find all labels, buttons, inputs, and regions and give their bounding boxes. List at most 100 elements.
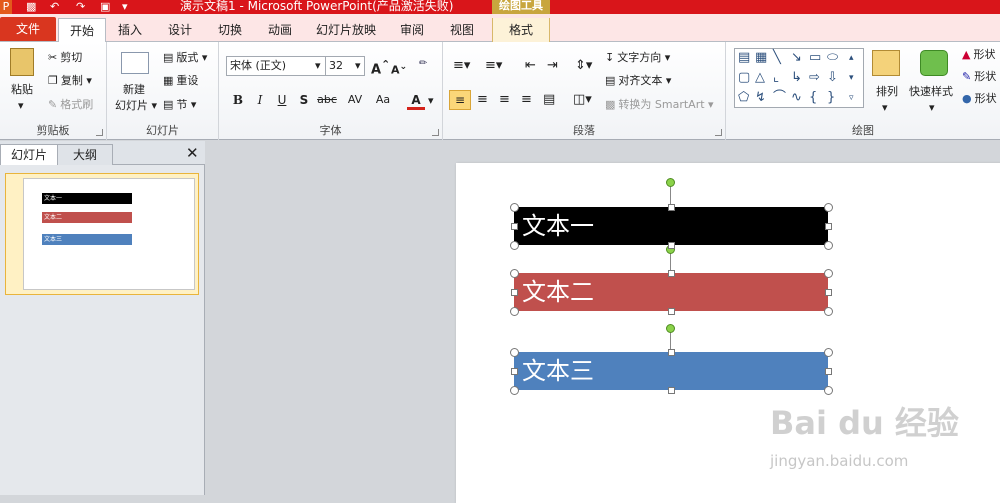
resize-handle[interactable]: [823, 385, 833, 395]
resize-handle[interactable]: [667, 203, 675, 211]
strikethrough-button[interactable]: abc: [315, 92, 339, 110]
shrink-font-button[interactable]: A⌄: [391, 59, 407, 79]
paste-dropdown-icon[interactable]: ▾: [18, 98, 24, 114]
arrow-line-icon[interactable]: ↘: [791, 51, 802, 65]
shapes-gallery[interactable]: ▤ ▦ ╲ ↘ ▭ ⬭ ▢ △ ⌞ ↳ ⇨ ⇩ ⬠ ↯ ⌒ ∿ { } ▴ ▾ …: [734, 48, 864, 108]
resize-handle[interactable]: [824, 222, 832, 230]
resize-handle[interactable]: [667, 386, 675, 394]
resize-handle[interactable]: [667, 307, 675, 315]
arrange-icon[interactable]: [872, 50, 900, 76]
down-arrow-icon[interactable]: ⇩: [827, 71, 838, 85]
font-color-button[interactable]: A: [407, 92, 425, 110]
font-name-select[interactable]: 宋体 (正文): [226, 56, 326, 76]
paragraph-launcher-icon[interactable]: [715, 129, 722, 136]
shape-effects-button[interactable]: ● 形状: [962, 91, 997, 107]
triangle-icon[interactable]: △: [755, 71, 765, 85]
columns-icon[interactable]: ◫▾: [573, 92, 592, 108]
format-painter-button[interactable]: ✎ 格式刷: [48, 97, 93, 113]
underline-button[interactable]: U: [273, 92, 291, 110]
new-slide-label[interactable]: 新建: [123, 82, 145, 98]
grow-font-button[interactable]: A⌃: [371, 57, 390, 78]
customize-qat-icon[interactable]: ▾: [122, 0, 128, 14]
tab-view[interactable]: 视图: [442, 18, 482, 42]
pentagon-icon[interactable]: ⬠: [738, 91, 749, 105]
align-text-button[interactable]: ▤ 对齐文本 ▾: [605, 73, 671, 89]
layout-button[interactable]: ▤ 版式 ▾: [163, 50, 207, 66]
font-launcher-icon[interactable]: [432, 129, 439, 136]
align-left-button[interactable]: ≡: [449, 90, 471, 110]
bold-button[interactable]: B: [229, 92, 247, 110]
resize-handle[interactable]: [509, 268, 519, 278]
reset-button[interactable]: ▦ 重设: [163, 73, 198, 89]
resize-handle[interactable]: [823, 240, 833, 250]
resize-handle[interactable]: [667, 269, 675, 277]
cut-button[interactable]: ✂ 剪切: [48, 50, 82, 66]
curve-icon[interactable]: ∿: [791, 91, 802, 105]
resize-handle[interactable]: [823, 268, 833, 278]
shape-fill-button[interactable]: ▲ 形状: [962, 47, 995, 63]
resize-handle[interactable]: [823, 306, 833, 316]
italic-button[interactable]: I: [251, 92, 269, 110]
elbow-connector-icon[interactable]: ⌞: [773, 71, 779, 85]
tab-slideshow[interactable]: 幻灯片放映: [310, 18, 382, 42]
change-case-button[interactable]: Aa: [371, 92, 395, 110]
clipboard-launcher-icon[interactable]: [96, 129, 103, 136]
line-icon[interactable]: ╲: [773, 51, 781, 65]
resize-handle[interactable]: [510, 288, 518, 296]
font-name-dropdown-icon[interactable]: ▾: [315, 58, 321, 74]
copy-button[interactable]: ❐ 复制 ▾: [48, 73, 92, 89]
text-shape-2[interactable]: 文本二: [514, 273, 828, 311]
resize-handle[interactable]: [509, 240, 519, 250]
justify-icon[interactable]: ≡: [521, 92, 532, 108]
tab-format[interactable]: 格式: [492, 18, 550, 42]
paste-button[interactable]: 粘贴: [11, 82, 33, 98]
font-color-dropdown-icon[interactable]: ▾: [428, 93, 434, 109]
gallery-scroll-up-icon[interactable]: ▴: [849, 51, 854, 65]
clear-format-icon[interactable]: ✏: [419, 56, 427, 72]
text-direction-button[interactable]: ↧ 文字方向 ▾: [605, 50, 670, 66]
distribute-icon[interactable]: ▤: [543, 92, 555, 108]
decrease-indent-icon[interactable]: ⇤: [525, 58, 536, 74]
tab-outline-panel[interactable]: 大纲: [57, 144, 113, 165]
lightning-icon[interactable]: ↯: [755, 91, 766, 105]
arc-icon[interactable]: ⌒: [773, 91, 786, 105]
resize-handle[interactable]: [509, 306, 519, 316]
align-center-icon[interactable]: ≡: [477, 92, 488, 108]
char-spacing-button[interactable]: AV: [343, 92, 367, 110]
resize-handle[interactable]: [510, 222, 518, 230]
line-spacing-icon[interactable]: ⇕▾: [575, 58, 592, 74]
resize-handle[interactable]: [824, 367, 832, 375]
vertical-textbox-icon[interactable]: ▦: [755, 51, 767, 65]
undo-icon[interactable]: ↶: [50, 0, 59, 14]
quick-styles-dropdown-icon[interactable]: ▾: [929, 100, 935, 116]
slideshow-quick-icon[interactable]: ▣: [100, 0, 110, 14]
rotation-handle[interactable]: [666, 178, 675, 187]
gallery-more-icon[interactable]: ▿: [849, 91, 854, 105]
save-icon[interactable]: ▩: [26, 0, 36, 14]
resize-handle[interactable]: [824, 288, 832, 296]
arrange-button[interactable]: 排列: [876, 84, 898, 100]
right-brace-icon[interactable]: }: [827, 91, 835, 105]
slide[interactable]: 文本一 文本二 文本三: [456, 163, 1000, 503]
rotation-handle[interactable]: [666, 324, 675, 333]
align-right-icon[interactable]: ≡: [499, 92, 510, 108]
tab-transitions[interactable]: 切换: [210, 18, 250, 42]
smartart-button[interactable]: ▩ 转换为 SmartArt ▾: [605, 97, 714, 113]
gallery-scroll-down-icon[interactable]: ▾: [849, 71, 854, 85]
resize-handle[interactable]: [667, 348, 675, 356]
text-shape-1[interactable]: 文本一: [514, 207, 828, 245]
resize-handle[interactable]: [823, 347, 833, 357]
tab-file[interactable]: 文件: [0, 17, 56, 41]
bullets-icon[interactable]: ≡▾: [453, 58, 470, 74]
right-arrow-icon[interactable]: ⇨: [809, 71, 820, 85]
paste-icon[interactable]: [10, 48, 34, 76]
resize-handle[interactable]: [667, 241, 675, 249]
left-brace-icon[interactable]: {: [809, 91, 817, 105]
close-panel-icon[interactable]: ✕: [186, 144, 199, 162]
numbering-icon[interactable]: ≡▾: [485, 58, 502, 74]
slide-thumbnail[interactable]: 文本一 文本二 文本三: [5, 173, 199, 295]
redo-icon[interactable]: ↷: [76, 0, 85, 14]
section-button[interactable]: ▤ 节 ▾: [163, 97, 196, 113]
resize-handle[interactable]: [823, 202, 833, 212]
increase-indent-icon[interactable]: ⇥: [547, 58, 558, 74]
